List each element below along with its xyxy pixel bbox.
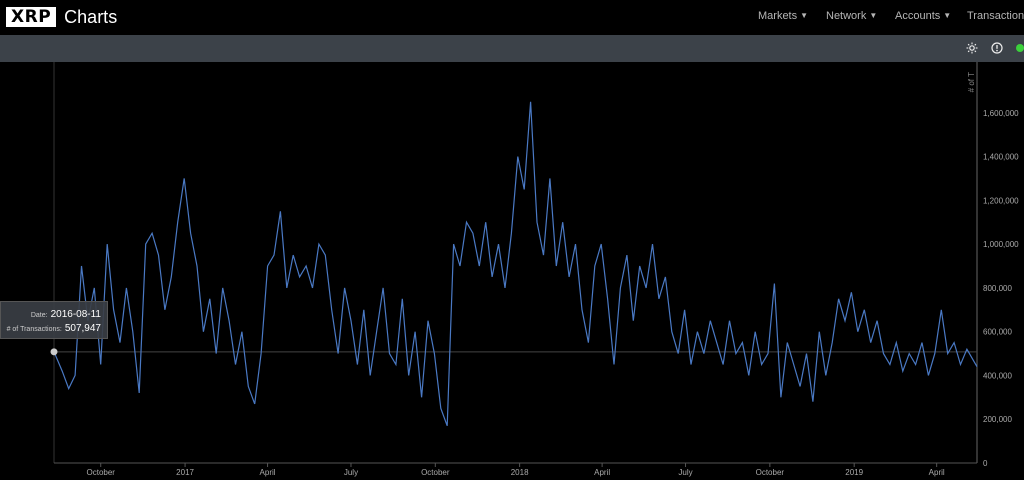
caret-down-icon: ▼ (869, 11, 878, 20)
nav-network[interactable]: Network ▼ (826, 10, 877, 22)
nav-transactions-label: Transactions (967, 10, 1024, 22)
tooltip-date-row: Date: 2016-08-11 (1, 309, 101, 320)
logo[interactable]: XRP Charts (6, 6, 117, 28)
tooltip-count-row: # of Transactions: 507,947 (1, 323, 101, 334)
brightness-icon[interactable] (965, 41, 979, 55)
y-tick-label: 800,000 (983, 284, 1012, 293)
hover-point (50, 348, 58, 356)
y-tick-label: 600,000 (983, 328, 1012, 337)
tooltip-count-label: # of Transactions: (6, 326, 62, 333)
x-tick-label: October (756, 468, 785, 477)
y-tick-label: 400,000 (983, 371, 1012, 380)
x-tick-label: October (87, 468, 116, 477)
top-bar: XRP Charts Markets ▼ Network ▼ Accounts ▼ T… (0, 0, 1024, 35)
caret-down-icon: ▼ (800, 11, 809, 20)
nav-accounts[interactable]: Accounts ▼ (895, 10, 951, 22)
y-tick-label: 1,400,000 (983, 153, 1019, 162)
connection-status-indicator (1016, 44, 1024, 52)
series-line (53, 101, 978, 427)
tooltip-date-value: 2016-08-11 (50, 309, 101, 320)
nav-markets-label: Markets (758, 10, 798, 22)
y-axis-label: # of T (967, 72, 976, 92)
x-tick-label: April (594, 468, 610, 477)
x-tick-label: October (421, 468, 450, 477)
logo-text: Charts (64, 7, 118, 27)
x-tick-label: April (260, 468, 276, 477)
x-tick-label: July (678, 468, 692, 477)
x-tick-label: 2019 (845, 468, 863, 477)
nav-transactions[interactable]: Transactions (967, 10, 1024, 22)
tooltip-date-label: Date: (30, 312, 48, 319)
y-tick-label: 1,000,000 (983, 240, 1019, 249)
x-tick-label: 2018 (511, 468, 529, 477)
hover-tooltip: Date: 2016-08-11 # of Transactions: 507,94… (0, 301, 108, 339)
y-tick-label: 200,000 (983, 415, 1012, 424)
toolbar (0, 35, 1024, 62)
logo-mark: XRP (6, 7, 57, 27)
x-tick-label: July (344, 468, 358, 477)
x-tick-label: April (929, 468, 945, 477)
nav-markets[interactable]: Markets ▼ (758, 10, 808, 22)
y-tick-label: 0 (983, 459, 988, 468)
caret-down-icon: ▼ (943, 11, 952, 20)
y-tick-label: 1,200,000 (983, 196, 1019, 205)
nav-accounts-label: Accounts (895, 10, 941, 22)
tooltip-count-value: 507,947 (64, 323, 101, 334)
nav-network-label: Network (826, 10, 867, 22)
info-icon[interactable] (990, 41, 1004, 55)
x-tick-label: 2017 (176, 468, 194, 477)
transactions-chart[interactable]: # of T 0 200,000 400,000 600,000 800,000 1,00… (0, 62, 1024, 480)
y-tick-label: 1,600,000 (983, 109, 1019, 118)
